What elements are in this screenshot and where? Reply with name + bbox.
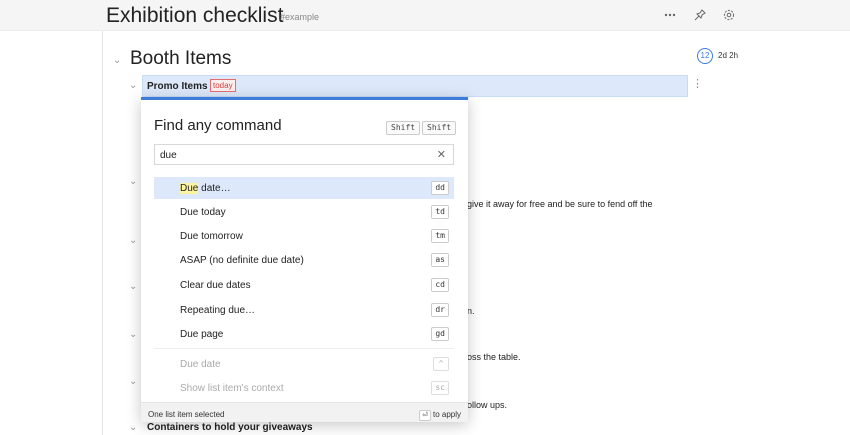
command-shortcut: td (431, 205, 449, 219)
chevron-down-icon[interactable]: ⌄ (129, 377, 137, 387)
apply-hint-label: to apply (432, 410, 461, 419)
list-item-note: ollow ups. (467, 400, 508, 410)
apply-hint: ⏎ to apply (419, 410, 461, 421)
shortcut-key: Shift (422, 121, 457, 135)
chevron-down-icon[interactable]: ⌄ (129, 177, 137, 187)
shortcut-key: Shift (386, 121, 421, 135)
command-shortcut: dr (431, 303, 449, 317)
command-item-asap[interactable]: ASAP (no definite due date) as (154, 249, 454, 271)
list-item-note: oss the table. (467, 352, 521, 362)
command-label: Repeating due… (180, 305, 256, 316)
palette-footer: One list item selected ⏎ to apply (141, 402, 468, 422)
enter-key-icon: ⏎ (419, 410, 431, 421)
command-shortcut: cd (431, 278, 449, 292)
list-item-title: Promo Items (147, 81, 208, 92)
item-menu-icon[interactable]: ⋮ (692, 79, 703, 90)
chevron-down-icon[interactable]: ⌄ (129, 236, 137, 246)
due-today-tag[interactable]: today (210, 79, 236, 92)
time-estimate: 2d 2h (718, 51, 739, 60)
top-bar: Exhibition checklist #example (0, 0, 850, 31)
command-shortcut: gd (431, 327, 449, 341)
selection-status: One list item selected (148, 410, 225, 419)
command-shortcut: dd (431, 181, 449, 195)
search-query: due (160, 150, 177, 161)
item-count-badge[interactable]: 12 (697, 48, 713, 64)
command-palette: Find any command Shift Shift due ✕ Due d… (141, 97, 468, 422)
pin-icon[interactable] (692, 7, 708, 23)
command-item-repeating-due[interactable]: Repeating due… dr (154, 299, 454, 321)
command-label: Due date (180, 359, 221, 370)
palette-title: Find any command (154, 117, 282, 134)
command-search-input[interactable]: due ✕ (154, 144, 454, 165)
command-label: Show list item's context (180, 383, 284, 394)
settings-icon[interactable] (721, 7, 737, 23)
command-item-due-today[interactable]: Due today td (154, 201, 454, 223)
list-item-title[interactable]: Containers to hold your giveaways (147, 422, 313, 433)
command-shortcut: as (431, 253, 449, 267)
chevron-down-icon[interactable]: ⌄ (129, 81, 137, 91)
recent-command-due-date[interactable]: Due date ^ (154, 353, 454, 375)
command-shortcut: ^ (433, 357, 449, 371)
command-shortcut: sc (431, 381, 449, 395)
command-label: Due date… (180, 183, 231, 194)
command-label: Due page (180, 329, 224, 340)
page-title: Exhibition checklist (106, 4, 284, 27)
command-label: Due tomorrow (180, 231, 243, 242)
chevron-down-icon[interactable]: ⌄ (129, 282, 137, 292)
command-item-clear-due-dates[interactable]: Clear due dates cd (154, 274, 454, 296)
command-label: Clear due dates (180, 280, 251, 291)
palette-divider (154, 348, 454, 349)
page-tag[interactable]: #example (280, 12, 319, 22)
command-item-due-page[interactable]: Due page gd (154, 323, 454, 345)
chevron-down-icon[interactable]: ⌄ (129, 330, 137, 340)
command-shortcut: tm (431, 229, 449, 243)
section-heading: Booth Items (130, 48, 232, 69)
clear-search-icon[interactable]: ✕ (437, 148, 446, 161)
list-item-note: n. (467, 306, 475, 316)
command-label: Due today (180, 207, 226, 218)
recent-command-show-context[interactable]: Show list item's context sc (154, 377, 454, 399)
list-item-note: give it away for free and be sure to fen… (467, 199, 653, 209)
match-highlight: Due (180, 183, 199, 194)
more-icon[interactable] (662, 7, 678, 23)
command-item-due-date[interactable]: Due date… dd (154, 177, 454, 199)
outline-guide-line (102, 31, 103, 435)
chevron-down-icon[interactable]: ⌄ (113, 56, 121, 66)
command-label: ASAP (no definite due date) (180, 255, 304, 266)
chevron-down-icon[interactable]: ⌄ (129, 423, 137, 433)
command-item-due-tomorrow[interactable]: Due tomorrow tm (154, 225, 454, 247)
